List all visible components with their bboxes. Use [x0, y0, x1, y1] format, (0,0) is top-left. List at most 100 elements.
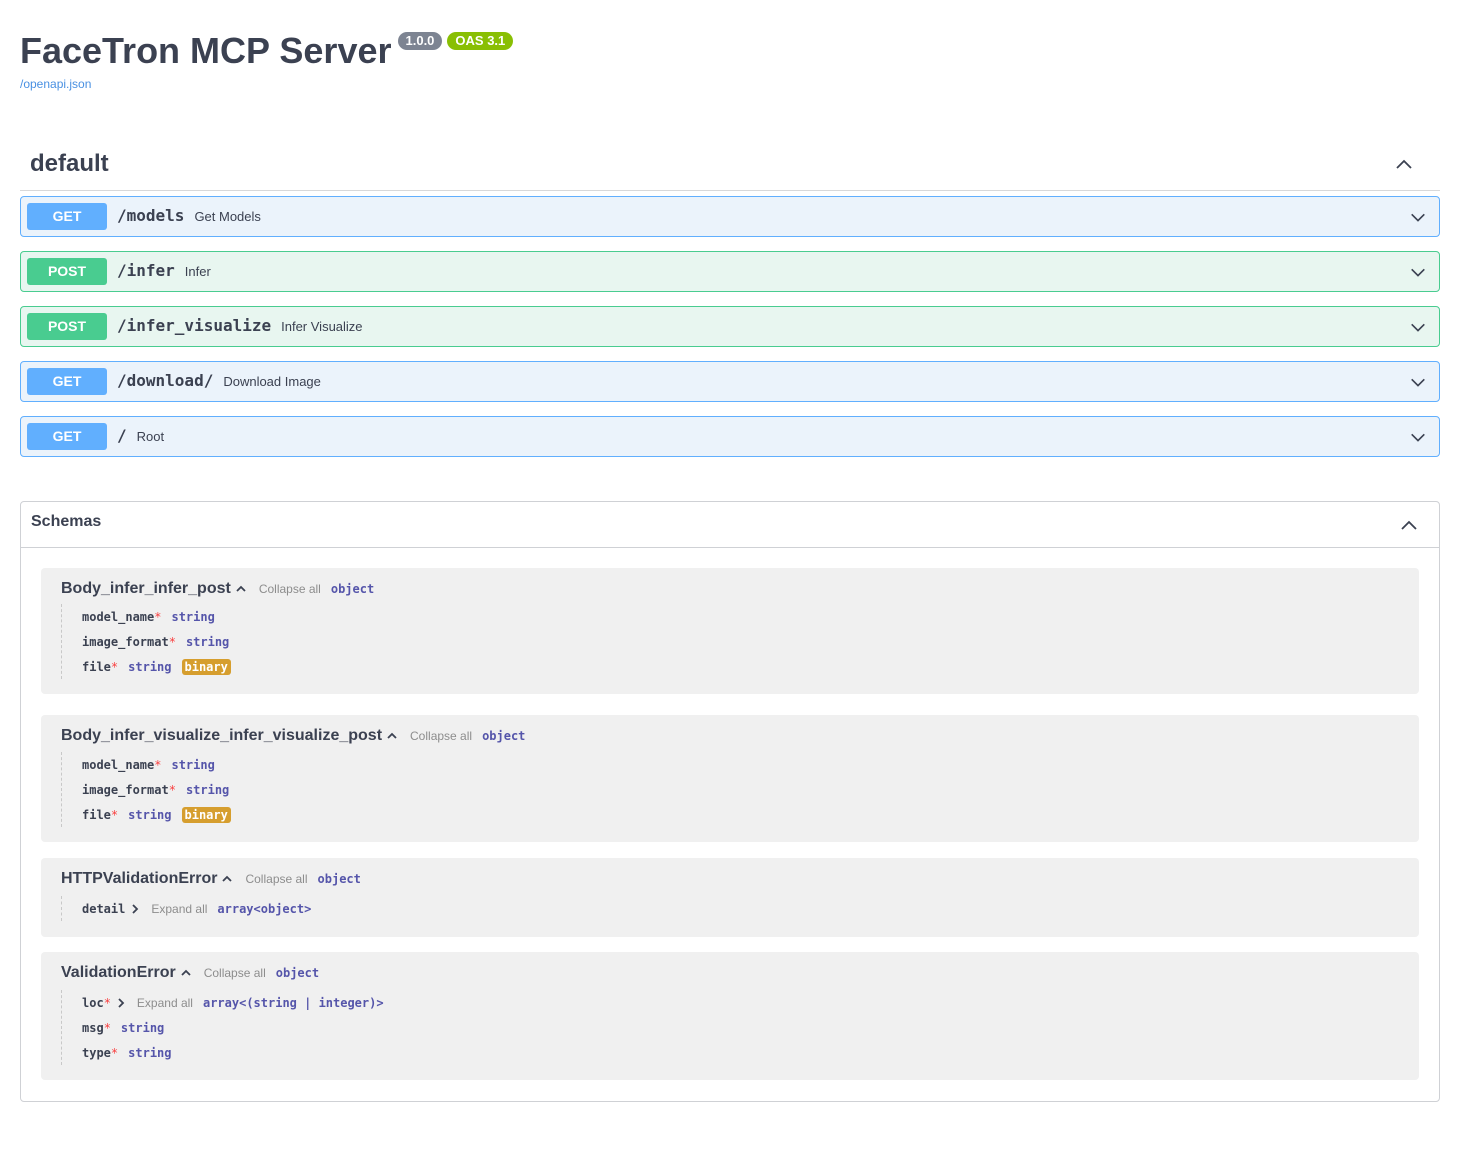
- model-name[interactable]: HTTPValidationError: [61, 870, 217, 888]
- method-badge: GET: [27, 423, 107, 450]
- property-list: model_name * string image_format * string …: [61, 604, 231, 679]
- property-type: string: [171, 757, 215, 772]
- tag-name: default: [30, 150, 109, 177]
- operation-path: / Root: [117, 426, 165, 445]
- chevron-up-icon[interactable]: [1394, 154, 1414, 174]
- operation-get-root[interactable]: GET / Root: [20, 416, 1440, 457]
- required-marker: *: [103, 995, 111, 1010]
- model-type: object: [275, 966, 320, 980]
- property-type: string: [185, 634, 230, 649]
- operation-get-models[interactable]: GET /models Get Models: [20, 196, 1440, 237]
- method-badge: GET: [27, 203, 107, 230]
- property-type: string: [171, 609, 215, 624]
- version-badge: 1.0.0: [397, 32, 443, 50]
- required-marker: *: [103, 1020, 111, 1035]
- schemas-section: Schemas Body_infer_infer_post Collapse a…: [20, 501, 1440, 1102]
- operation-summary: Get Models: [194, 209, 261, 224]
- collapse-all-button[interactable]: Collapse all: [245, 872, 307, 886]
- property-type: string: [128, 1045, 172, 1060]
- caret-up-icon[interactable]: [221, 873, 233, 885]
- property-name: image_format: [82, 634, 169, 649]
- operation-get-download[interactable]: GET /download/Download Image: [20, 361, 1440, 402]
- property-row: detail Expand all array<object>: [62, 896, 311, 921]
- method-badge: POST: [27, 258, 107, 285]
- operation-path: /infer Infer: [117, 261, 211, 280]
- required-marker: *: [110, 807, 119, 822]
- collapse-all-button[interactable]: Collapse all: [410, 729, 472, 743]
- property-type: string: [128, 807, 172, 822]
- property-row: file * string binary: [62, 802, 231, 827]
- caret-up-icon[interactable]: [180, 967, 192, 979]
- property-type: string: [185, 782, 230, 797]
- caret-right-icon[interactable]: [115, 997, 127, 1009]
- required-marker: *: [110, 659, 119, 674]
- property-row: file * string binary: [62, 654, 231, 679]
- operation-summary: Infer: [184, 264, 211, 279]
- openapi-json-link[interactable]: /openapi.json: [20, 77, 513, 91]
- collapse-all-button[interactable]: Collapse all: [204, 966, 266, 980]
- property-row: model_name * string: [62, 604, 231, 629]
- property-type: string: [128, 659, 172, 674]
- schema-model: ValidationError Collapse all object loc *…: [41, 952, 1419, 1080]
- required-marker: *: [154, 757, 162, 772]
- operation-post-infer[interactable]: POST /infer Infer: [20, 251, 1440, 292]
- property-name: msg: [82, 1020, 104, 1035]
- property-name: file: [82, 659, 111, 674]
- method-badge: POST: [27, 313, 107, 340]
- required-marker: *: [154, 609, 162, 624]
- property-row: loc * Expand all array<(string | integer)…: [62, 990, 384, 1015]
- property-name: detail: [82, 901, 126, 916]
- required-marker: *: [168, 634, 176, 649]
- schema-model: Body_infer_visualize_infer_visualize_pos…: [41, 715, 1419, 842]
- property-list: loc * Expand all array<(string | integer)…: [61, 990, 384, 1065]
- model-name[interactable]: Body_infer_visualize_infer_visualize_pos…: [61, 727, 382, 745]
- chevron-down-icon[interactable]: [1409, 318, 1427, 336]
- property-name: image_format: [82, 782, 169, 797]
- property-name: model_name: [82, 757, 155, 772]
- oas-badge: OAS 3.1: [447, 32, 514, 50]
- property-row: image_format * string: [62, 629, 231, 654]
- expand-all-button[interactable]: Expand all: [151, 902, 207, 916]
- method-badge: GET: [27, 368, 107, 395]
- property-row: model_name * string: [62, 752, 231, 777]
- operation-path: /models Get Models: [117, 206, 261, 225]
- property-name: model_name: [82, 609, 155, 624]
- caret-up-icon[interactable]: [386, 730, 398, 742]
- property-row: type * string: [62, 1040, 384, 1065]
- collapse-all-button[interactable]: Collapse all: [259, 582, 321, 596]
- property-name: file: [82, 807, 111, 822]
- operation-summary: Download Image: [223, 374, 321, 389]
- api-title: FaceTron MCP Server: [20, 30, 392, 71]
- caret-right-icon[interactable]: [129, 903, 141, 915]
- expand-all-button[interactable]: Expand all: [137, 996, 193, 1010]
- format-badge: binary: [181, 806, 231, 823]
- model-name[interactable]: Body_infer_infer_post: [61, 580, 231, 598]
- tag-default-header[interactable]: default: [20, 140, 1440, 191]
- model-type: object: [317, 872, 361, 886]
- model-type: object: [330, 582, 375, 596]
- chevron-down-icon[interactable]: [1409, 263, 1427, 281]
- schemas-header[interactable]: Schemas: [21, 502, 1439, 548]
- model-name[interactable]: ValidationError: [61, 964, 176, 982]
- operation-summary: Root: [136, 429, 165, 444]
- property-type: array<(string | integer)>: [202, 995, 384, 1010]
- chevron-down-icon[interactable]: [1409, 373, 1427, 391]
- property-row: image_format * string: [62, 777, 231, 802]
- required-marker: *: [110, 1045, 119, 1060]
- operation-path: /infer_visualize Infer Visualize: [117, 316, 363, 335]
- property-list: detail Expand all array<object>: [61, 896, 311, 921]
- schema-model: Body_infer_infer_post Collapse all objec…: [41, 568, 1419, 694]
- chevron-up-icon[interactable]: [1399, 515, 1419, 535]
- api-info: FaceTron MCP Server 1.0.0 OAS 3.1 /opena…: [20, 28, 514, 91]
- chevron-down-icon[interactable]: [1409, 208, 1427, 226]
- property-type: string: [120, 1020, 165, 1035]
- property-name: type: [82, 1045, 111, 1060]
- operation-post-infer-visualize[interactable]: POST /infer_visualize Infer Visualize: [20, 306, 1440, 347]
- property-type: array<object>: [217, 901, 312, 916]
- caret-up-icon[interactable]: [235, 583, 247, 595]
- property-list: model_name * string image_format * string …: [61, 752, 231, 827]
- model-type: object: [482, 729, 526, 743]
- format-badge: binary: [181, 658, 231, 675]
- schemas-title: Schemas: [31, 513, 102, 530]
- chevron-down-icon[interactable]: [1409, 428, 1427, 446]
